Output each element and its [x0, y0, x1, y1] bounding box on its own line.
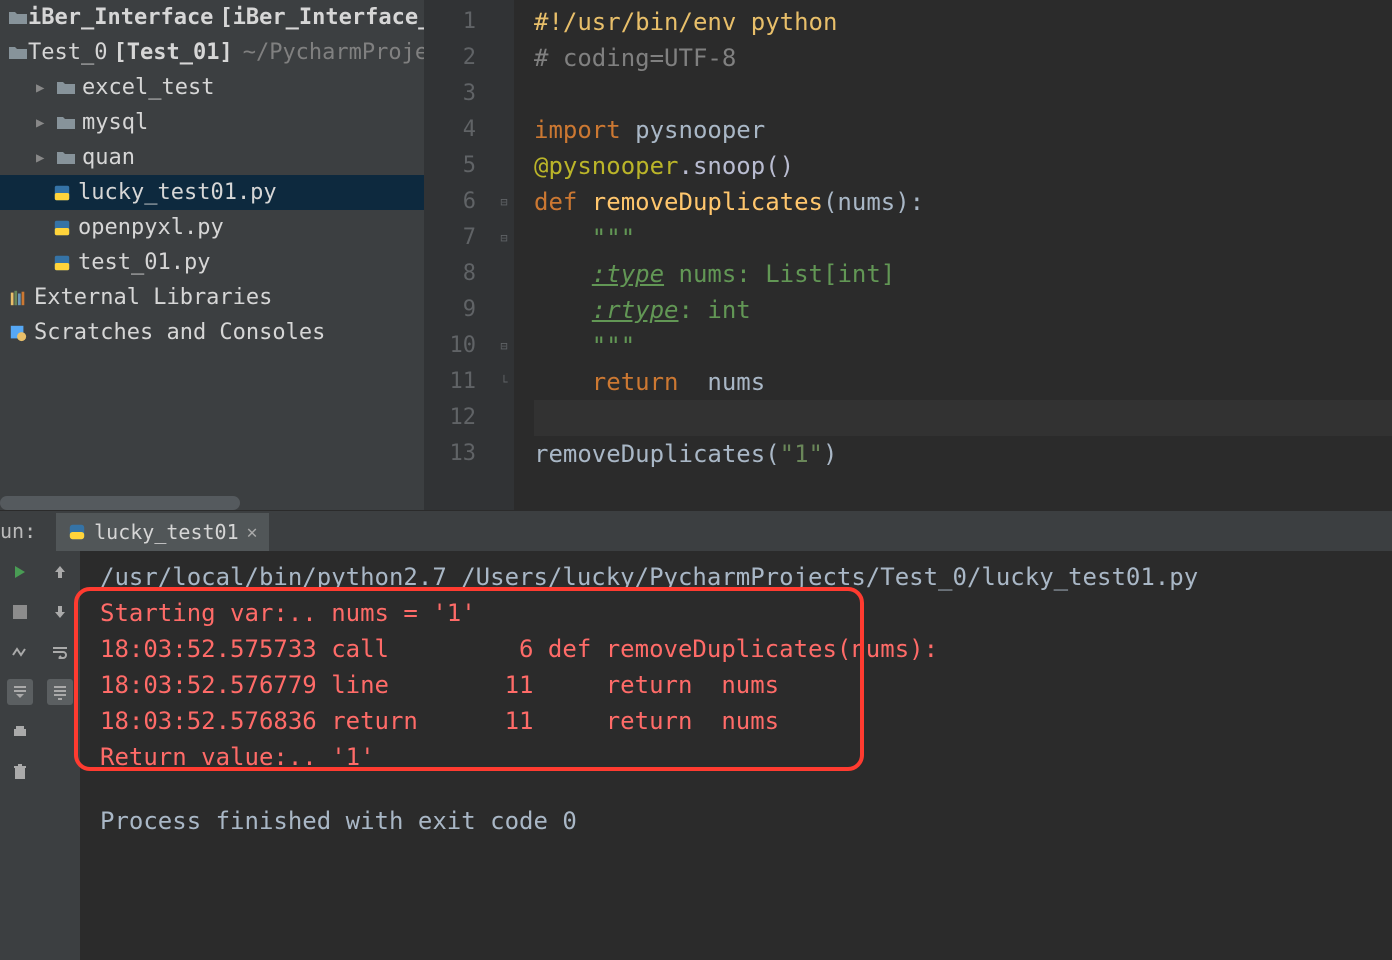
code-text: .snoop() — [679, 152, 795, 180]
line-gutter: 1234 5678 910111213 — [424, 0, 494, 510]
external-label: External Libraries — [34, 285, 272, 310]
tree-file-selected[interactable]: lucky_test01.py — [0, 175, 424, 210]
folder-icon — [8, 45, 28, 61]
run-tab-name: lucky_test01 — [94, 520, 239, 544]
folder-label: quan — [82, 145, 135, 170]
run-tab[interactable]: lucky_test01 ✕ — [56, 511, 269, 551]
project-name: iBer_Interface — [28, 5, 213, 30]
tree-file[interactable]: test_01.py — [0, 245, 424, 280]
scratch-icon — [8, 324, 34, 342]
code-text: return — [592, 368, 708, 396]
down-button[interactable] — [47, 599, 73, 625]
tree-folder[interactable]: ▶ quan — [0, 140, 424, 175]
code-text: removeDuplicates( — [534, 440, 780, 468]
code-text: @pysnooper — [534, 152, 679, 180]
file-label: lucky_test01.py — [78, 180, 277, 205]
delete-button[interactable] — [7, 759, 33, 785]
toggle-button[interactable] — [7, 639, 33, 665]
code-text: """ — [592, 224, 635, 252]
code-text: # coding=UTF-8 — [534, 44, 736, 72]
console-line: 18:03:52.575733 call 6 def removeDuplica… — [100, 631, 1372, 667]
python-file-icon — [52, 219, 78, 237]
tree-file[interactable]: openpyxl.py — [0, 210, 424, 245]
run-tool-label: un: — [0, 511, 46, 551]
run-toolbar-inner — [40, 551, 80, 960]
folder-icon — [56, 150, 82, 166]
scratches-consoles[interactable]: Scratches and Consoles — [0, 315, 424, 350]
code-text: :type — [592, 260, 664, 288]
horizontal-scrollbar[interactable] — [0, 496, 240, 510]
console-line: 18:03:52.576836 return 11 return nums — [100, 703, 1372, 739]
scroll-to-end-button[interactable] — [7, 679, 33, 705]
expand-arrow-icon[interactable]: ▶ — [36, 150, 56, 166]
up-button[interactable] — [47, 559, 73, 585]
project-path: ~/PycharmProje — [243, 40, 424, 65]
project-name: Test_0 — [28, 40, 107, 65]
folder-label: mysql — [82, 110, 148, 135]
code-text: """ — [592, 332, 635, 360]
tree-folder[interactable]: ▶ excel_test — [0, 70, 424, 105]
external-libraries[interactable]: External Libraries — [0, 280, 424, 315]
code-text: import — [534, 116, 635, 144]
file-label: openpyxl.py — [78, 215, 224, 240]
library-icon — [8, 289, 34, 307]
scratches-label: Scratches and Consoles — [34, 320, 325, 345]
project-suffix: [Test_01] — [113, 40, 232, 65]
close-icon[interactable]: ✕ — [247, 522, 258, 543]
code-text: : int — [679, 296, 751, 324]
code-text: :rtype — [592, 296, 679, 324]
run-tabs: un: lucky_test01 ✕ — [0, 511, 1392, 551]
code-content[interactable]: #!/usr/bin/env python # coding=UTF-8# co… — [514, 0, 1392, 510]
folder-icon — [8, 10, 28, 26]
tree-root-2[interactable]: Test_0 [Test_01] ~/PycharmProje — [0, 35, 424, 70]
folder-icon — [56, 80, 82, 96]
rerun-button[interactable] — [7, 559, 33, 585]
code-text: nums: List[int] — [664, 260, 895, 288]
code-text: (nums): — [823, 188, 924, 216]
console-line: Return value:.. '1' — [100, 739, 1372, 775]
soft-wrap-button[interactable] — [47, 639, 73, 665]
python-icon — [68, 523, 86, 541]
python-file-icon — [52, 184, 78, 202]
folder-label: excel_test — [82, 75, 214, 100]
expand-arrow-icon[interactable]: ▶ — [36, 115, 56, 131]
code-text: pysnooper — [635, 116, 765, 144]
run-toolbar-left — [0, 551, 40, 960]
stop-button[interactable] — [7, 599, 33, 625]
code-text: #!/usr/bin/env python — [534, 8, 837, 36]
console-output[interactable]: /usr/local/bin/python2.7 /Users/lucky/Py… — [80, 551, 1392, 960]
project-tree[interactable]: iBer_Interface [iBer_Interface_Te Test_0… — [0, 0, 424, 510]
project-suffix: [iBer_Interface_Te — [219, 5, 424, 30]
tree-root-1[interactable]: iBer_Interface [iBer_Interface_Te — [0, 0, 424, 35]
console-exit: Process finished with exit code 0 — [100, 803, 1372, 839]
scroll-button[interactable] — [47, 679, 73, 705]
code-editor[interactable]: 1234 5678 910111213 ⊟⊟⊟ └ #!/usr/bin/env… — [424, 0, 1392, 510]
file-label: test_01.py — [78, 250, 210, 275]
code-text: "1" — [780, 440, 823, 468]
console-line: Starting var:.. nums = '1' — [100, 595, 1372, 631]
code-text: def — [534, 188, 592, 216]
folder-icon — [56, 115, 82, 131]
fold-strip: ⊟⊟⊟ └ — [494, 0, 514, 510]
console-command: /usr/local/bin/python2.7 /Users/lucky/Py… — [100, 559, 1372, 595]
expand-arrow-icon[interactable]: ▶ — [36, 80, 56, 96]
tree-folder[interactable]: ▶ mysql — [0, 105, 424, 140]
python-file-icon — [52, 254, 78, 272]
print-button[interactable] — [7, 719, 33, 745]
code-text: ) — [823, 440, 837, 468]
code-text: nums — [707, 368, 765, 396]
console-line: 18:03:52.576779 line 11 return nums — [100, 667, 1372, 703]
run-panel: un: lucky_test01 ✕ /usr/local/bin/python… — [0, 510, 1392, 960]
code-text: removeDuplicates — [592, 188, 823, 216]
